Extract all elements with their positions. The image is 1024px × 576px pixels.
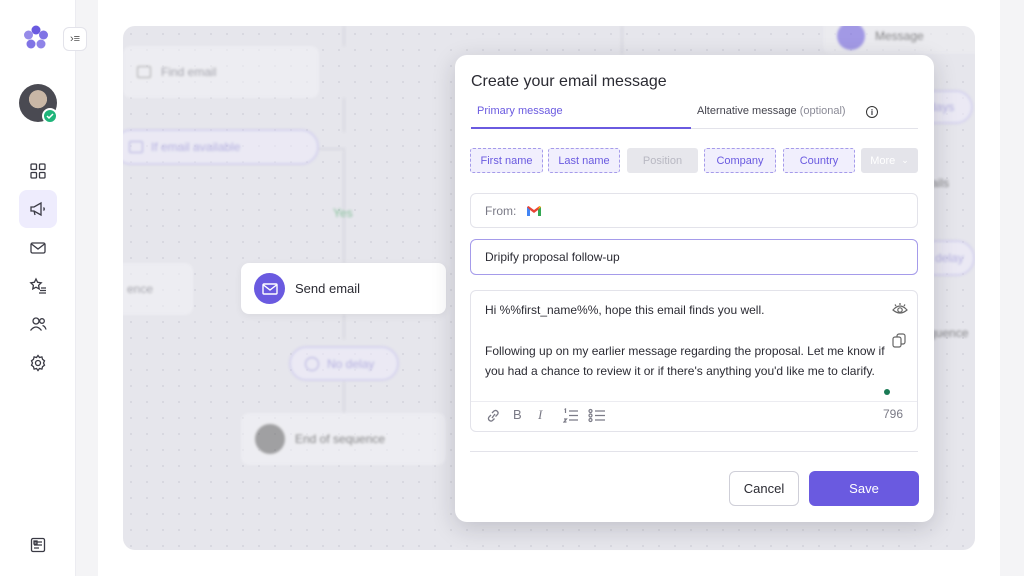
from-field[interactable]: From:	[470, 193, 918, 228]
chip-first-name[interactable]: First name	[470, 148, 543, 173]
find-email-node[interactable]: Find email	[123, 46, 319, 98]
find-email-icon	[137, 66, 151, 78]
bold-button[interactable]: B	[513, 407, 522, 422]
character-count: 796	[882, 407, 903, 421]
no-delay-node[interactable]: No delay	[289, 346, 399, 381]
chip-last-name[interactable]: Last name	[548, 148, 620, 173]
preview-eye-icon[interactable]	[892, 302, 908, 316]
clock-icon	[305, 356, 319, 371]
active-tab-indicator	[471, 127, 691, 129]
link-icon[interactable]	[485, 409, 501, 423]
nav-leads[interactable]	[19, 267, 57, 305]
end-of-sequence-node[interactable]: End of sequence	[241, 413, 446, 465]
toolbar-divider	[471, 401, 917, 402]
email-body-text[interactable]: Hi %%first_name%%, hope this email finds…	[485, 300, 890, 382]
nav-dashboard[interactable]	[19, 152, 57, 190]
send-email-icon	[254, 273, 285, 304]
sidebar	[0, 0, 76, 576]
if-email-available-node[interactable]: If email available	[123, 129, 319, 165]
chip-more-dropdown[interactable]: More ⌄	[861, 148, 918, 173]
dashboard-icon	[30, 163, 46, 179]
nav-reports[interactable]	[19, 526, 57, 564]
nav-team[interactable]	[19, 305, 57, 343]
sequence-label-right: quence	[929, 326, 969, 340]
chip-position[interactable]: Position	[627, 148, 698, 173]
chip-country[interactable]: Country	[783, 148, 855, 173]
tab-alternative-message[interactable]: Alternative message (optional)	[697, 105, 846, 117]
report-icon	[30, 537, 46, 553]
subject-input[interactable]: Dripify proposal follow-up	[470, 239, 918, 275]
users-icon	[29, 317, 47, 331]
email-message-modal: Create your email message Primary messag…	[455, 55, 934, 522]
copy-icon[interactable]	[892, 333, 906, 348]
nav-inbox[interactable]	[19, 229, 57, 267]
footer-divider	[470, 451, 918, 452]
verified-badge-icon	[42, 108, 58, 124]
end-icon	[255, 424, 285, 454]
numbered-list-icon[interactable]	[563, 408, 579, 423]
gmail-icon	[527, 205, 542, 216]
chip-company[interactable]: Company	[704, 148, 776, 173]
yes-label: Yes	[333, 206, 353, 220]
from-label: From:	[485, 203, 517, 218]
nav-settings[interactable]	[19, 344, 57, 382]
condition-icon	[129, 141, 143, 153]
dripify-logo-icon[interactable]	[22, 24, 50, 52]
email-body-editor[interactable]: Hi %%first_name%%, hope this email finds…	[470, 290, 918, 432]
nav-campaigns[interactable]	[19, 190, 57, 228]
tab-divider	[691, 128, 918, 129]
info-icon[interactable]: i	[866, 106, 878, 118]
megaphone-icon	[30, 201, 45, 217]
mail-icon	[30, 242, 46, 254]
chevron-down-icon: ⌄	[901, 155, 909, 165]
status-dot	[884, 389, 890, 395]
tab-primary-message[interactable]: Primary message	[477, 105, 563, 117]
message-icon	[837, 26, 865, 50]
cancel-button[interactable]: Cancel	[729, 471, 799, 506]
italic-button[interactable]: I	[538, 407, 542, 423]
bullet-list-icon[interactable]	[588, 408, 606, 423]
message-node-right[interactable]: Message	[823, 26, 975, 54]
sequence-node-left[interactable]: ence	[123, 263, 193, 315]
sidebar-toggle-button[interactable]: ›≡	[63, 27, 87, 51]
star-list-icon	[29, 277, 46, 294]
save-button[interactable]: Save	[809, 471, 919, 506]
gear-icon	[30, 354, 46, 372]
send-email-label: Send email	[295, 281, 361, 296]
send-email-node[interactable]: Send email	[241, 263, 446, 314]
modal-title: Create your email message	[471, 73, 667, 90]
